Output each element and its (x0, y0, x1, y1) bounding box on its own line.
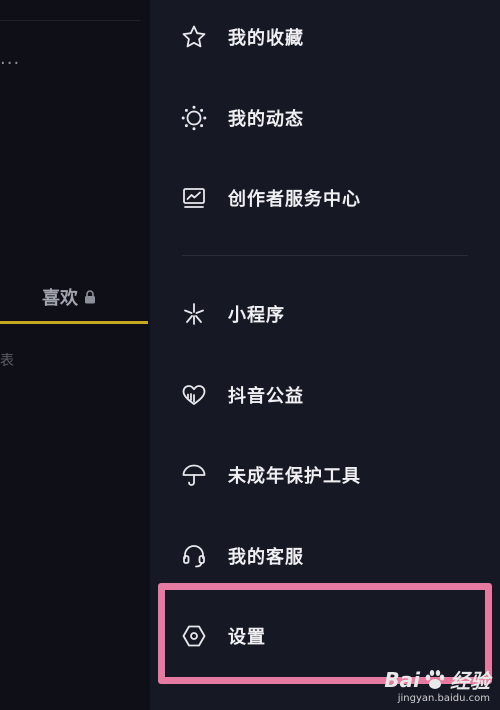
menu-item-customer-service[interactable]: 我的客服 (180, 536, 304, 576)
profile-background-pane[interactable]: ... 喜欢 表 (0, 0, 150, 710)
menu-item-creator-center[interactable]: 创作者服务中心 (180, 178, 361, 218)
asterisk-icon (180, 300, 208, 328)
top-divider (0, 20, 140, 21)
watermark-logo: Bai 经验 (384, 665, 490, 694)
more-indicator: ... (0, 48, 21, 69)
chart-monitor-icon (180, 184, 208, 212)
sun-ring-icon (180, 104, 208, 132)
menu-item-charity[interactable]: 抖音公益 (180, 375, 304, 415)
lock-icon (85, 290, 95, 304)
menu-item-label: 创作者服务中心 (228, 189, 361, 210)
menu-item-label: 我的客服 (228, 547, 304, 568)
menu-item-label: 小程序 (228, 305, 285, 326)
watermark: Bai 经验 jingyan.baidu.com (384, 665, 490, 705)
headset-icon (180, 542, 208, 570)
menu-item-mini-programs[interactable]: 小程序 (180, 294, 285, 334)
heart-hand-icon (180, 381, 208, 409)
menu-item-favorites[interactable]: 我的收藏 (180, 17, 304, 57)
hint-text-fragment: 表 (0, 353, 14, 369)
menu-item-label: 我的收藏 (228, 28, 304, 49)
umbrella-icon (180, 461, 208, 489)
menu-item-label: 未成年保护工具 (228, 466, 361, 487)
menu-item-label: 我的动态 (228, 109, 304, 130)
star-icon (180, 23, 208, 51)
watermark-brand-suffix: 经验 (450, 669, 490, 693)
tab-active-underline (0, 321, 148, 324)
menu-divider (182, 255, 468, 256)
paw-icon (425, 669, 445, 689)
tab-likes[interactable]: 喜欢 (42, 284, 96, 310)
menu-item-minor-protection[interactable]: 未成年保护工具 (180, 455, 361, 495)
watermark-url: jingyan.baidu.com (397, 693, 490, 704)
menu-item-activity[interactable]: 我的动态 (180, 98, 304, 138)
tab-likes-label: 喜欢 (42, 288, 78, 309)
menu-item-label: 抖音公益 (228, 386, 304, 407)
watermark-brand-prefix: Bai (384, 667, 420, 692)
